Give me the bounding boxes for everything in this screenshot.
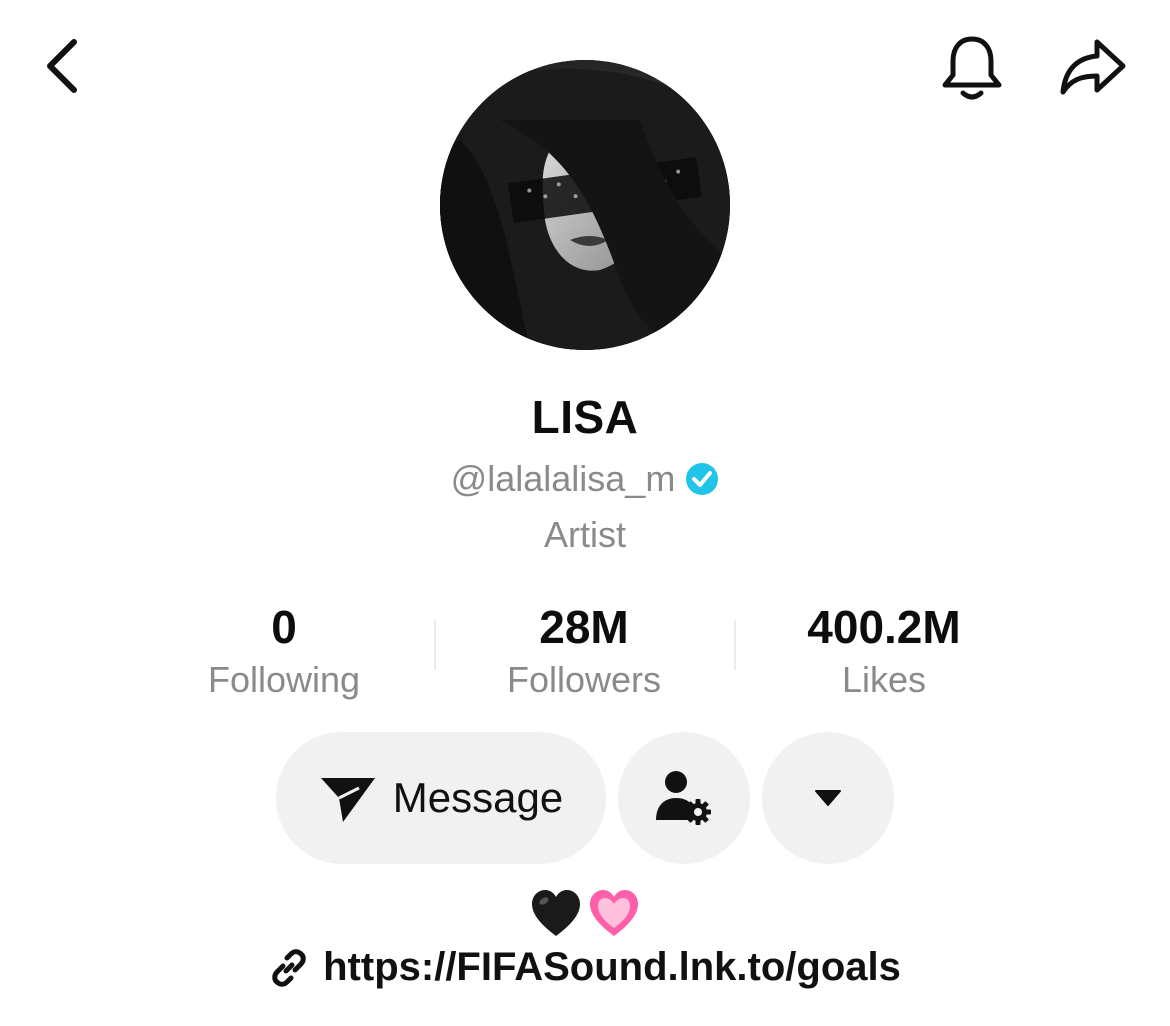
username: @lalalalisa_m — [450, 458, 676, 499]
pink-heart-emoji — [590, 890, 638, 936]
follow-settings-button[interactable] — [618, 732, 750, 864]
username-row: @lalalalisa_m — [0, 458, 1170, 500]
stat-followers[interactable]: 28M Followers — [434, 600, 734, 704]
more-options-button[interactable] — [762, 732, 894, 864]
followers-label: Followers — [506, 659, 662, 700]
following-label: Following — [207, 659, 361, 700]
back-button[interactable] — [30, 30, 94, 102]
message-button-label: Message — [392, 774, 564, 821]
profile-photo — [440, 60, 730, 350]
likes-label: Likes — [841, 659, 927, 700]
black-heart-emoji — [532, 890, 580, 936]
stat-following[interactable]: 0 Following — [134, 600, 434, 704]
message-button[interactable]: Message — [276, 732, 606, 864]
bio-link[interactable]: https://FIFASound.lnk.to/goals — [0, 945, 1170, 990]
profile-category: Artist — [543, 514, 626, 555]
stat-likes: 400.2M Likes — [734, 600, 1034, 704]
bio-emojis — [0, 888, 1170, 940]
chevron-left-icon — [47, 39, 77, 93]
person-gear-icon — [656, 771, 711, 825]
likes-count: 400.2M — [807, 601, 961, 653]
bio-link-text[interactable]: https://FIFASound.lnk.to/goals — [323, 945, 901, 990]
link-icon — [272, 948, 306, 987]
caret-down-icon — [815, 790, 841, 806]
share-button[interactable] — [1048, 28, 1138, 108]
followers-count: 28M — [539, 601, 629, 653]
bell-icon — [942, 36, 1002, 100]
display-name: LISA — [531, 391, 639, 443]
verified-badge-icon — [686, 463, 719, 495]
paper-plane-icon — [320, 778, 375, 822]
share-arrow-icon — [1060, 39, 1126, 95]
notifications-button[interactable] — [932, 28, 1012, 108]
avatar[interactable] — [440, 60, 730, 350]
following-count: 0 — [271, 601, 297, 653]
